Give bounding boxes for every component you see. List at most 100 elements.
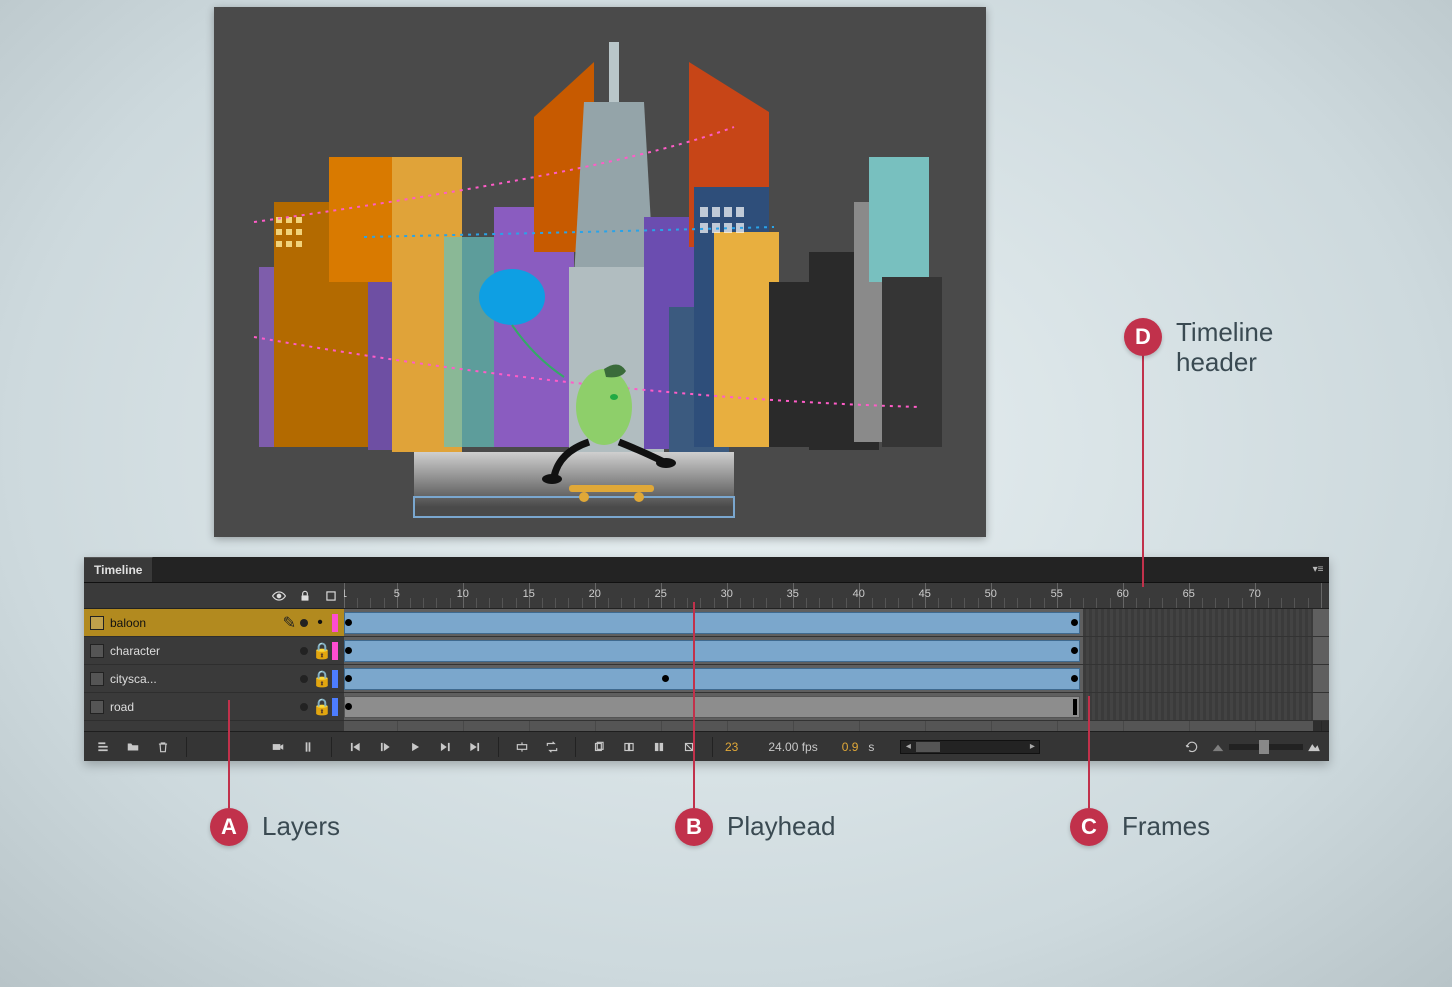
ruler-tick-label: 20	[589, 588, 601, 600]
stage-canvas	[214, 7, 986, 537]
edit-multiple-frames-button[interactable]	[648, 737, 670, 757]
play-button[interactable]	[404, 737, 426, 757]
callout-badge-d: D	[1124, 318, 1162, 356]
layer-type-icon	[90, 616, 104, 630]
visibility-column-icon[interactable]	[272, 589, 286, 603]
keyframe[interactable]	[345, 675, 352, 682]
layer-row[interactable]: road 🔒	[84, 693, 344, 721]
layer-name[interactable]: road	[110, 700, 296, 714]
timeline-zoom-slider[interactable]	[1211, 740, 1321, 754]
playhead[interactable]	[634, 583, 636, 608]
panel-tab-timeline[interactable]: Timeline	[84, 557, 153, 582]
layer-color-swatch[interactable]	[332, 614, 338, 632]
lock-toggle[interactable]: 🔒	[312, 697, 328, 717]
frame-end	[1073, 699, 1077, 715]
ruler-tick-label: 45	[919, 588, 931, 600]
visibility-toggle[interactable]	[300, 703, 308, 711]
ruler-tick-label: 65	[1183, 588, 1195, 600]
ruler-tick-label: 70	[1249, 588, 1261, 600]
layer-row[interactable]: baloon ✎ •	[84, 609, 344, 637]
callout-label-a: Layers	[262, 812, 340, 842]
timeline-ruler[interactable]: 1510152025303540455055606570	[344, 583, 1329, 608]
lock-toggle[interactable]: 🔒	[312, 669, 328, 689]
layer-color-swatch[interactable]	[332, 642, 338, 660]
ruler-tick-label: 35	[787, 588, 799, 600]
visibility-toggle[interactable]	[300, 647, 308, 655]
modify-markers-button[interactable]	[678, 737, 700, 757]
ruler-tick-label: 10	[457, 588, 469, 600]
goto-first-frame-button[interactable]	[344, 737, 366, 757]
camera-button[interactable]	[267, 737, 289, 757]
keyframe[interactable]	[345, 619, 352, 626]
step-back-button[interactable]	[374, 737, 396, 757]
visibility-toggle[interactable]	[300, 619, 308, 627]
tracks-column[interactable]	[344, 609, 1329, 731]
layer-type-icon	[90, 672, 104, 686]
center-frame-button[interactable]	[511, 737, 533, 757]
reset-zoom-button[interactable]	[1181, 737, 1203, 757]
layer-color-swatch[interactable]	[332, 670, 338, 688]
tween-span[interactable]	[344, 640, 1080, 662]
marker-button[interactable]	[297, 737, 319, 757]
balloon	[479, 269, 545, 325]
artwork	[214, 7, 986, 537]
tween-span[interactable]	[344, 612, 1080, 634]
step-forward-button[interactable]	[434, 737, 456, 757]
layer-type-icon	[90, 644, 104, 658]
ruler-tick-label: 55	[1051, 588, 1063, 600]
callout-label-c: Frames	[1122, 812, 1210, 842]
fps-readout[interactable]: 24.00 fps	[768, 740, 817, 754]
timeline-track[interactable]	[344, 665, 1329, 693]
callout-c: C Frames	[1070, 808, 1210, 846]
callout-b: B Playhead	[675, 808, 835, 846]
ruler-tick-label: 1	[344, 588, 347, 600]
timeline-panel: Timeline ▾≡ 1510152025303540455055606570…	[84, 557, 1329, 761]
new-folder-button[interactable]	[122, 737, 144, 757]
lock-toggle[interactable]: •	[312, 614, 328, 632]
current-frame-readout[interactable]: 23	[725, 740, 738, 754]
lock-toggle[interactable]: 🔒	[312, 641, 328, 661]
keyframe[interactable]	[662, 675, 669, 682]
layer-type-icon	[90, 700, 104, 714]
ruler-tick-label: 15	[523, 588, 535, 600]
callout-badge-a: A	[210, 808, 248, 846]
timeline-horizontal-scrollbar[interactable]: ◂ ▸	[900, 740, 1040, 754]
frame-span[interactable]	[344, 696, 1080, 718]
layer-name[interactable]: character	[110, 644, 296, 658]
elapsed-time-readout: 0.9	[842, 740, 859, 754]
outline-column-icon[interactable]	[324, 589, 338, 603]
goto-last-frame-button[interactable]	[464, 737, 486, 757]
layer-row[interactable]: character 🔒	[84, 637, 344, 665]
ruler-tick-label: 50	[985, 588, 997, 600]
callout-badge-c: C	[1070, 808, 1108, 846]
keyframe[interactable]	[345, 703, 352, 710]
lock-column-icon[interactable]	[298, 589, 312, 603]
timeline-track[interactable]	[344, 637, 1329, 665]
callout-label-d: Timeline header	[1176, 318, 1273, 378]
callout-label-b: Playhead	[727, 812, 835, 842]
layer-row[interactable]: citysca... 🔒	[84, 665, 344, 693]
layer-name[interactable]: citysca...	[110, 672, 296, 686]
timeline-track[interactable]	[344, 609, 1329, 637]
panel-menu-button[interactable]: ▾≡	[1307, 557, 1329, 582]
layer-name[interactable]: baloon	[110, 616, 279, 630]
delete-layer-button[interactable]	[152, 737, 174, 757]
elapsed-time-unit: s	[868, 740, 874, 754]
ruler-tick-label: 25	[655, 588, 667, 600]
loop-button[interactable]	[541, 737, 563, 757]
ruler-tick-label: 60	[1117, 588, 1129, 600]
callout-leader-c	[1088, 696, 1090, 808]
callout-leader-b	[693, 602, 695, 808]
timeline-track[interactable]	[344, 693, 1329, 721]
callout-d: D Timeline header	[1124, 318, 1273, 378]
onion-skin-button[interactable]	[588, 737, 610, 757]
layer-color-swatch[interactable]	[332, 698, 338, 716]
pencil-icon: ✎	[283, 613, 296, 633]
onion-skin-outlines-button[interactable]	[618, 737, 640, 757]
keyframe[interactable]	[345, 647, 352, 654]
tween-span[interactable]	[344, 668, 1080, 690]
new-layer-button[interactable]	[92, 737, 114, 757]
ruler-tick-label: 40	[853, 588, 865, 600]
ruler-tick-label: 30	[721, 588, 733, 600]
visibility-toggle[interactable]	[300, 675, 308, 683]
